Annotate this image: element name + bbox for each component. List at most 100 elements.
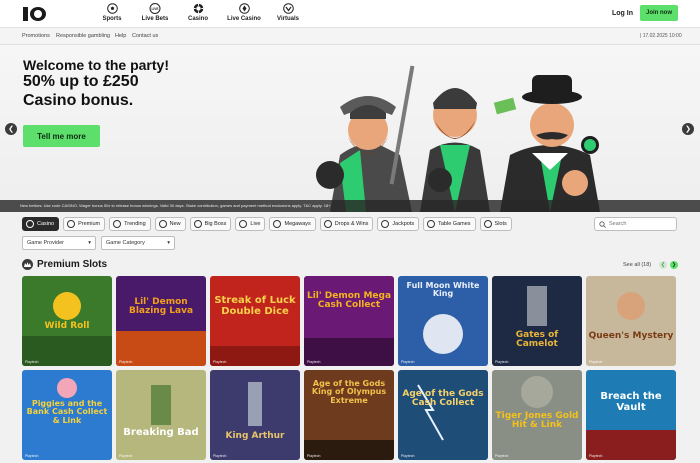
game-tile-wild-roll[interactable]: Wild Roll Playtech	[22, 276, 112, 366]
hero-headline-2: 50% up to £250	[23, 73, 139, 90]
game-category-select[interactable]: Game Category ▾	[101, 236, 175, 250]
game-provider: Playtech	[589, 360, 603, 364]
sub-nav: Promotions Responsible gambling Help Con…	[0, 28, 700, 45]
game-provider: Playtech	[213, 454, 227, 458]
game-provider: Playtech	[495, 360, 509, 364]
chip-label: Casino	[37, 221, 55, 227]
nav-label: Live Casino	[227, 16, 261, 22]
subnav-promotions[interactable]: Promotions	[22, 33, 50, 39]
trending-icon	[113, 220, 122, 228]
chevron-down-icon: ▾	[88, 240, 91, 246]
nav-live-bets[interactable]: LIVE Live Bets	[135, 2, 175, 22]
see-all-link[interactable]: See all (18)	[623, 262, 651, 268]
game-tile-lil-demon-blazing-lava[interactable]: Lil' Demon Blazing Lava Playtech	[116, 276, 206, 366]
select-label: Game Provider	[27, 240, 64, 246]
game-tile-white-king[interactable]: Full Moon White King Playtech	[398, 276, 488, 366]
casino-icon	[26, 220, 34, 228]
game-tile-tiger-jones[interactable]: Tiger Jones Gold Hit & Link Playtech	[492, 370, 582, 460]
game-title: Queen's Mystery	[588, 331, 674, 341]
filter-chip-jackpots[interactable]: Jackpots	[377, 217, 420, 231]
filter-chip-megaways[interactable]: Megaways	[269, 217, 316, 231]
game-art	[210, 370, 300, 460]
filter-chip-live[interactable]: Live	[235, 217, 266, 231]
filter-chip-trending[interactable]: Trending	[109, 217, 151, 231]
subnav-contact-us[interactable]: Contact us	[132, 33, 158, 39]
new-icon	[158, 220, 167, 228]
game-art	[116, 276, 206, 366]
game-art	[586, 276, 676, 366]
promo-terms: New bettors: Use code CASINO. Wager bonu…	[0, 200, 700, 212]
hero-banner: Welcome to the party! 50% up to £250 Cas…	[0, 45, 700, 212]
chip-label: Table Games	[438, 221, 471, 227]
game-tile-breaking-bad[interactable]: Breaking Bad Playtech	[116, 370, 206, 460]
game-search[interactable]	[594, 217, 677, 231]
game-provider: Playtech	[495, 454, 509, 458]
game-provider-select[interactable]: Game Provider ▾	[22, 236, 96, 250]
search-input[interactable]	[609, 221, 669, 227]
filter-chip-drops-wins[interactable]: Drops & Wins	[319, 217, 374, 231]
nav-label: Virtuals	[277, 16, 299, 22]
chip-label: Megaways	[284, 221, 311, 227]
login-link[interactable]: Log In	[612, 10, 633, 17]
chip-label: Trending	[124, 221, 146, 227]
game-provider: Playtech	[119, 360, 133, 364]
nav-label: Casino	[187, 16, 208, 22]
nav-label: Sports	[102, 16, 122, 22]
game-tile-gates-of-camelot[interactable]: Gates of Camelot Playtech	[492, 276, 582, 366]
game-tile-lil-demon-mega-cash-collect[interactable]: Lil' Demon Mega Cash Collect Playtech	[304, 276, 394, 366]
filter-chip-table-games[interactable]: Table Games	[423, 217, 476, 231]
chip-label: Live	[250, 221, 261, 227]
brand-logo[interactable]	[22, 5, 48, 23]
game-tile-king-of-olympus[interactable]: Age of the Gods King of Olympus Extreme …	[304, 370, 394, 460]
game-title: Full Moon White King	[406, 281, 480, 299]
game-title: Age of the Gods Cash Collect	[402, 389, 484, 409]
game-title: Gates of Camelot	[515, 330, 559, 350]
dropdown-filters: Game Provider ▾ Game Category ▾	[22, 236, 175, 250]
slots-icon	[483, 220, 492, 228]
game-tile-queens-mystery[interactable]: Queen's Mystery Playtech	[586, 276, 676, 366]
filter-chip-casino[interactable]: Casino	[22, 217, 60, 231]
game-tile-breach-the-vault[interactable]: Breach the Vault Playtech	[586, 370, 676, 460]
slider-prev-button[interactable]: ❮	[659, 261, 667, 269]
carousel-next-button[interactable]: ❯	[682, 123, 694, 135]
join-now-button[interactable]: Join now	[640, 5, 678, 21]
subnav-help[interactable]: Help	[115, 33, 126, 39]
game-tile-king-arthur[interactable]: King Arthur Playtech	[210, 370, 300, 460]
game-art	[492, 276, 582, 366]
subnav-responsible-gambling[interactable]: Responsible gambling	[56, 33, 110, 39]
game-tile-streak-of-luck[interactable]: Streak of Luck Double Dice Playtech	[210, 276, 300, 366]
filter-chip-new[interactable]: New	[154, 217, 186, 231]
game-provider: Playtech	[25, 454, 39, 458]
chip-label: Premium	[78, 221, 101, 227]
live-badge-icon: LIVE	[149, 2, 161, 14]
game-provider: Playtech	[307, 360, 321, 364]
main-nav: Sports LIVE Live Bets Casino Live Casino…	[92, 2, 309, 22]
search-icon	[599, 220, 606, 228]
game-provider: Playtech	[119, 454, 133, 458]
chip-label: New	[169, 221, 181, 227]
hero-headline-3: Casino bonus.	[23, 92, 134, 109]
datetime-display: | 17.02.2025 10:00	[640, 33, 682, 39]
nav-live-casino[interactable]: Live Casino	[221, 2, 267, 22]
filter-chip-slots[interactable]: Slots	[479, 217, 512, 231]
svg-text:LIVE: LIVE	[151, 7, 158, 11]
virtuals-icon	[282, 2, 294, 14]
nav-sports[interactable]: Sports	[92, 2, 132, 22]
chip-label: Slots	[494, 221, 507, 227]
nav-label: Live Bets	[141, 16, 169, 22]
game-title: Breach the Vault	[600, 391, 662, 413]
crown-icon	[22, 259, 33, 270]
tell-me-more-button[interactable]: Tell me more	[23, 125, 100, 147]
megaways-icon	[273, 220, 282, 228]
filter-chip-big-boss[interactable]: Big Boss	[189, 217, 232, 231]
nav-virtuals[interactable]: Virtuals	[268, 2, 308, 22]
slider-next-button[interactable]: ❯	[670, 261, 678, 269]
chip-label: Big Boss	[204, 221, 227, 227]
game-title: Age of the Gods King of Olympus Extreme	[311, 379, 387, 405]
filter-chip-premium[interactable]: Premium	[63, 217, 106, 231]
game-tile-age-of-the-gods-cash-collect[interactable]: Age of the Gods Cash Collect Playtech	[398, 370, 488, 460]
carousel-prev-button[interactable]: ❮	[5, 123, 17, 135]
nav-casino[interactable]: Casino	[178, 2, 218, 22]
game-tile-piggies-and-the-bank[interactable]: Piggies and the Bank Cash Collect & Link…	[22, 370, 112, 460]
game-provider: Playtech	[25, 360, 39, 364]
